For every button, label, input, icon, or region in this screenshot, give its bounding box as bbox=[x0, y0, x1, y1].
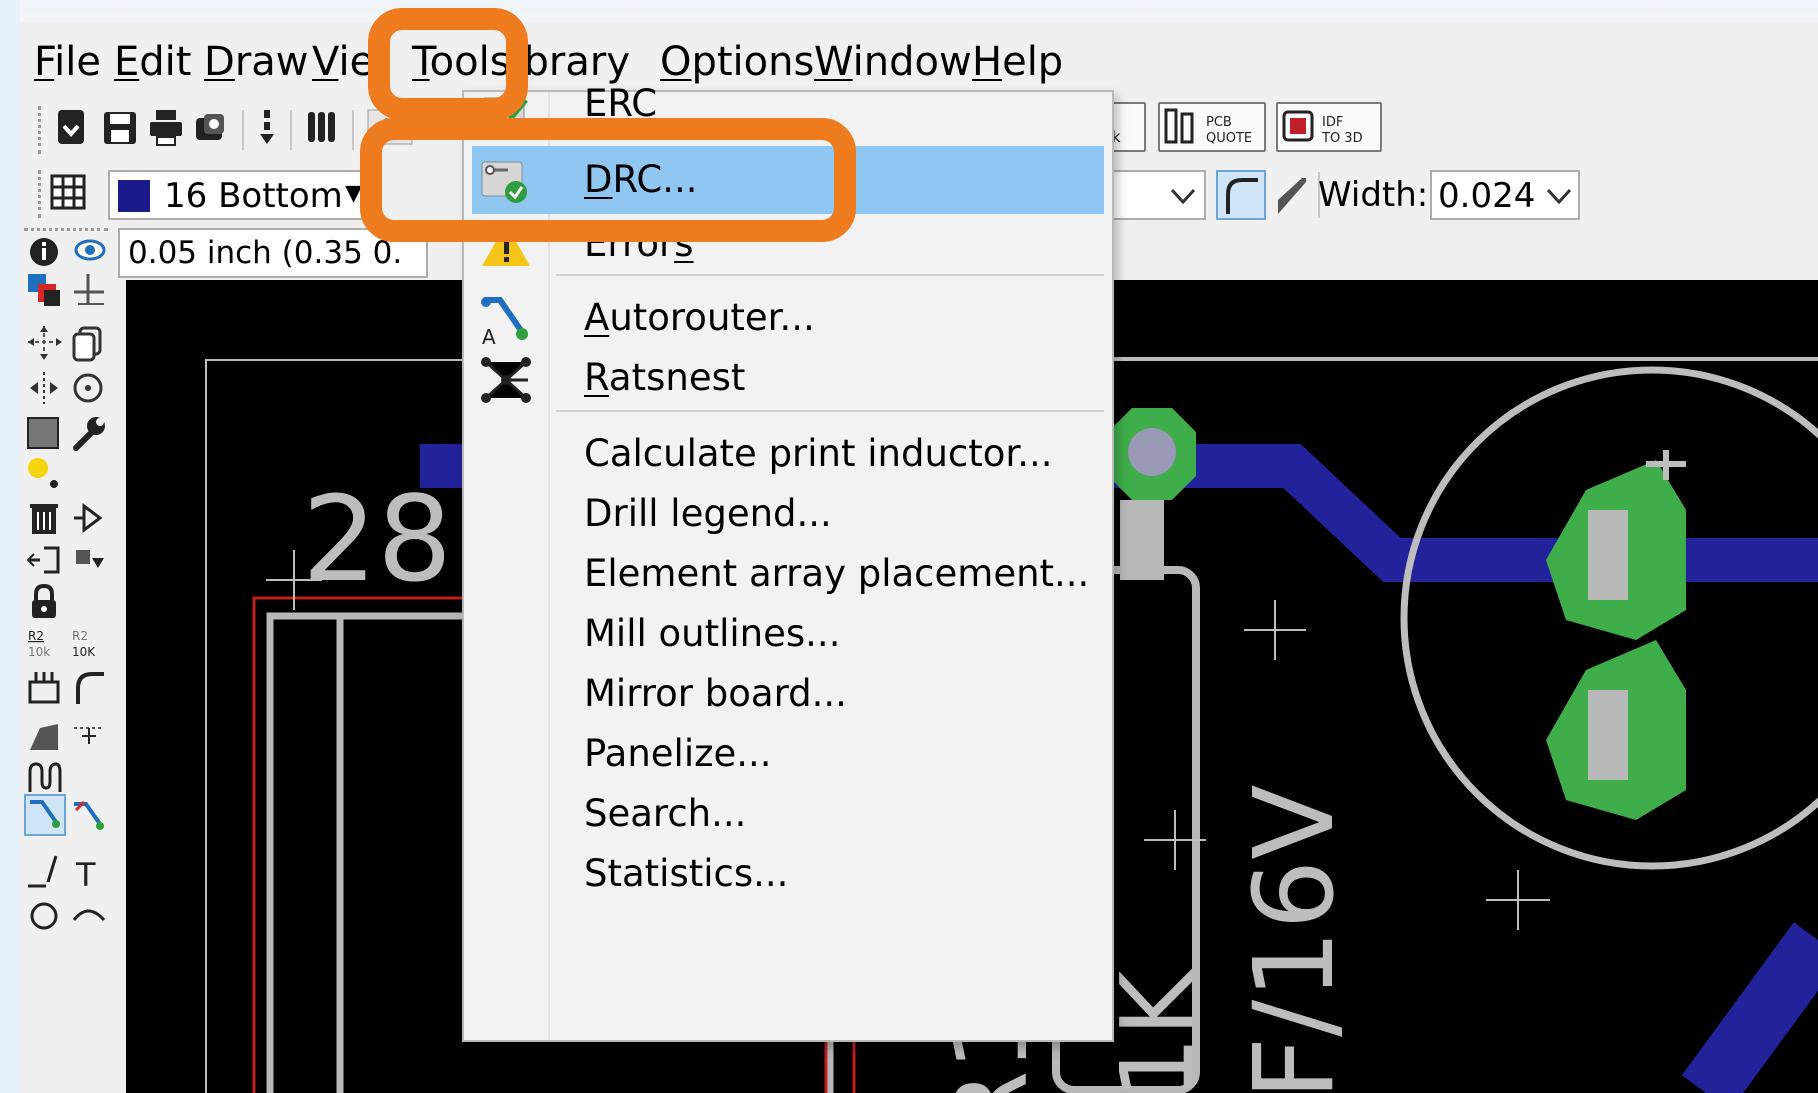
toolbar-separator bbox=[290, 110, 292, 150]
silk-part-value: F/16V bbox=[1230, 784, 1358, 1093]
chevron-down-icon bbox=[1170, 188, 1196, 205]
svg-text:IDF: IDF bbox=[1322, 115, 1343, 130]
move-icon[interactable] bbox=[26, 324, 66, 364]
layer-color-swatch bbox=[118, 180, 150, 212]
callout-tools-menu bbox=[368, 8, 528, 120]
add-part-icon[interactable] bbox=[70, 498, 110, 538]
svg-text:10K: 10K bbox=[72, 645, 96, 659]
text-icon[interactable]: T bbox=[70, 852, 110, 892]
value-icon[interactable]: R210K bbox=[70, 624, 110, 664]
svg-text:QUOTE: QUOTE bbox=[1206, 131, 1252, 146]
command-toolbar: R2 10k R2 10K T bbox=[20, 228, 136, 1093]
mirror-icon[interactable] bbox=[26, 368, 66, 408]
menu-edit[interactable]: Edit bbox=[114, 36, 191, 88]
mark-icon[interactable] bbox=[70, 270, 110, 310]
line-icon[interactable] bbox=[26, 852, 66, 892]
change-icon[interactable] bbox=[70, 540, 110, 580]
menu-item-mill-outlines[interactable]: Mill outlines... bbox=[464, 600, 1112, 668]
svg-text:10k: 10k bbox=[28, 645, 50, 659]
menu-separator bbox=[556, 410, 1104, 412]
arc-icon[interactable] bbox=[70, 894, 110, 934]
eagle-window: File Edit Draw View Tools ibrary Options… bbox=[20, 0, 1818, 1093]
menu-item-search[interactable]: Search... bbox=[464, 780, 1112, 848]
grid-icon[interactable] bbox=[48, 172, 88, 216]
open-icon[interactable] bbox=[54, 106, 90, 150]
menu-item-element-array-placement[interactable]: Element array placement... bbox=[464, 540, 1112, 608]
copy-icon[interactable] bbox=[70, 324, 110, 364]
svg-text:TO 3D: TO 3D bbox=[1321, 131, 1363, 146]
silk-resistor-value: 1K bbox=[1099, 968, 1216, 1093]
idf-3d-icon: IDFTO 3D bbox=[1282, 110, 1363, 146]
menu-draw[interactable]: Draw bbox=[204, 36, 308, 88]
circle-icon[interactable] bbox=[26, 894, 66, 934]
svg-text:R2: R2 bbox=[72, 629, 88, 643]
pcb-quote-icon: PCBQUOTE bbox=[1164, 108, 1252, 146]
menu-separator bbox=[556, 274, 1104, 276]
smash-icon[interactable] bbox=[26, 668, 66, 708]
wire-bend-round-button[interactable] bbox=[1216, 170, 1266, 220]
toolbar-grip[interactable] bbox=[38, 106, 45, 154]
silk-number-label: 28 bbox=[302, 470, 452, 608]
meander-icon[interactable] bbox=[26, 756, 66, 796]
miter-icon[interactable] bbox=[70, 668, 110, 708]
layer-color-icon[interactable] bbox=[26, 270, 66, 310]
title-bar-strip bbox=[20, 0, 1818, 22]
name-icon[interactable]: R210k bbox=[26, 624, 66, 664]
menu-item-statistics[interactable]: Statistics... bbox=[464, 840, 1112, 908]
svg-text:R2: R2 bbox=[28, 629, 44, 643]
menu-file[interactable]: File bbox=[34, 36, 101, 88]
cam-processor-icon[interactable] bbox=[190, 106, 230, 150]
svg-text:T: T bbox=[75, 856, 96, 892]
pcb-quote-button[interactable]: PCB QUOTE bbox=[1158, 102, 1266, 152]
route-button[interactable] bbox=[24, 794, 66, 836]
width-select[interactable]: 0.024 bbox=[1430, 170, 1580, 220]
callout-drc-item bbox=[360, 118, 856, 242]
route-icon bbox=[30, 800, 60, 828]
menu-item-drill-legend[interactable]: Drill legend... bbox=[464, 480, 1112, 548]
autorouter-icon: A bbox=[481, 297, 528, 344]
ulp-icon[interactable] bbox=[302, 106, 342, 150]
print-icon[interactable] bbox=[146, 106, 186, 150]
export-icon[interactable] bbox=[256, 106, 280, 150]
toolbar-grip[interactable] bbox=[38, 170, 45, 218]
svg-text:PCB: PCB bbox=[1206, 115, 1232, 130]
rotate-icon[interactable] bbox=[70, 368, 110, 408]
ratsnest-icon bbox=[481, 357, 531, 403]
eye-icon[interactable] bbox=[70, 232, 110, 272]
bend-round-icon bbox=[1226, 178, 1258, 214]
group-icon[interactable] bbox=[26, 414, 66, 454]
paint-icon[interactable] bbox=[26, 454, 66, 494]
bend-miter-icon[interactable] bbox=[1272, 174, 1312, 218]
info-icon[interactable] bbox=[26, 230, 66, 270]
svg-text:A: A bbox=[482, 325, 496, 344]
wrench-icon[interactable] bbox=[70, 414, 110, 454]
menu-item-panelize[interactable]: Panelize... bbox=[464, 720, 1112, 788]
save-icon[interactable] bbox=[100, 106, 140, 150]
menu-item-calculate-print-inductor[interactable]: Calculate print inductor... bbox=[464, 420, 1112, 488]
width-label: Width: bbox=[1318, 175, 1429, 215]
delete-icon[interactable] bbox=[26, 498, 66, 538]
toolbar-separator bbox=[242, 110, 244, 150]
split-icon[interactable] bbox=[26, 714, 66, 754]
menu-item-autorouter[interactable]: A Autorouter... bbox=[464, 284, 1112, 352]
menu-item-ratsnest[interactable]: Ratsnest bbox=[464, 344, 1112, 412]
chevron-down-icon bbox=[1546, 188, 1572, 205]
menu-item-mirror-board[interactable]: Mirror board... bbox=[464, 660, 1112, 728]
replace-icon[interactable] bbox=[26, 540, 66, 580]
lock-icon[interactable] bbox=[26, 582, 66, 622]
idf-to-3d-button[interactable]: IDF TO 3D bbox=[1276, 102, 1382, 152]
layer-select[interactable]: 16 Bottom ▼ bbox=[108, 170, 368, 220]
optimize-icon[interactable] bbox=[70, 714, 110, 754]
ripup-route-icon[interactable] bbox=[70, 798, 110, 838]
toolbar-separator bbox=[352, 110, 354, 150]
